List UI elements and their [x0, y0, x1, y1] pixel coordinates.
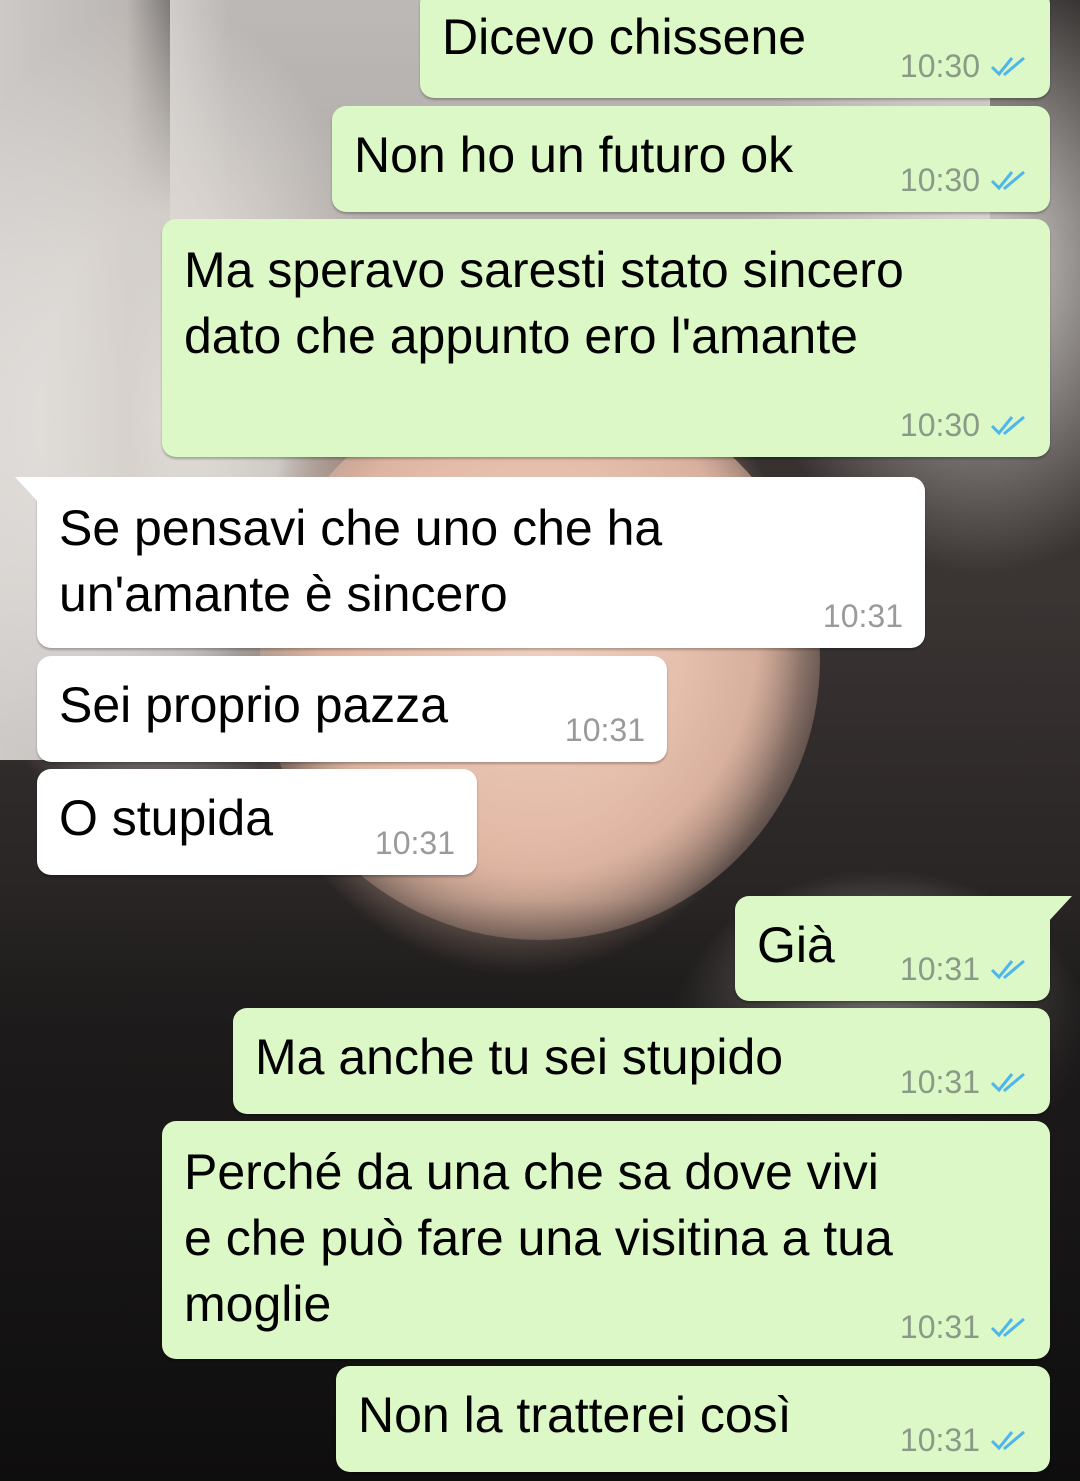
message-meta: 10:30	[900, 48, 1028, 84]
message-meta: 10:31	[375, 825, 455, 861]
message-meta: 10:31	[900, 1309, 1028, 1345]
incoming-message[interactable]: O stupida 10:31	[37, 769, 477, 875]
outgoing-message[interactable]: Già 10:31	[735, 896, 1072, 1001]
message-time: 10:31	[899, 1422, 980, 1458]
double-check-icon	[990, 1072, 1025, 1093]
bubble-tail	[1048, 896, 1072, 922]
message-meta: 10:31	[900, 951, 1028, 987]
message-text: Se pensavi che uno che ha un'amante è si…	[59, 500, 663, 622]
double-check-icon	[990, 170, 1025, 191]
double-check-icon	[990, 1317, 1025, 1338]
outgoing-message[interactable]: Ma speravo saresti stato sincero dato ch…	[162, 219, 1050, 457]
message-meta: 10:31	[823, 598, 903, 634]
message-meta: 10:31	[900, 1422, 1028, 1458]
outgoing-message[interactable]: Non ho un futuro ok 10:30	[332, 106, 1050, 212]
outgoing-message[interactable]: Dicevo chissene 10:30	[420, 0, 1050, 98]
message-time: 10:31	[899, 1064, 980, 1100]
message-text: Perché da una che sa dove vivi e che può…	[184, 1144, 893, 1332]
message-text: Sei proprio pazza	[59, 677, 449, 733]
message-time: 10:30	[899, 407, 980, 443]
outgoing-message[interactable]: Perché da una che sa dove vivi e che può…	[162, 1121, 1050, 1359]
outgoing-message[interactable]: Non la tratterei così 10:31	[336, 1366, 1050, 1472]
double-check-icon	[990, 1430, 1025, 1451]
message-meta: 10:30	[900, 407, 1028, 443]
bubble-tail	[15, 477, 39, 503]
message-list[interactable]: Dicevo chissene 10:30 Non ho un futuro o…	[0, 0, 1080, 1481]
double-check-icon	[990, 56, 1025, 77]
message-meta: 10:31	[565, 712, 645, 748]
message-time: 10:31	[822, 598, 903, 634]
message-meta: 10:31	[900, 1064, 1028, 1100]
incoming-message[interactable]: Sei proprio pazza 10:31	[37, 656, 667, 762]
message-time: 10:31	[899, 1309, 980, 1345]
message-text: Ma speravo saresti stato sincero dato ch…	[184, 242, 904, 364]
message-meta: 10:30	[900, 162, 1028, 198]
message-time: 10:31	[899, 951, 980, 987]
message-time: 10:30	[899, 162, 980, 198]
message-time: 10:31	[564, 712, 645, 748]
outgoing-message[interactable]: Ma anche tu sei stupido 10:31	[233, 1008, 1050, 1114]
double-check-icon	[990, 415, 1025, 436]
double-check-icon	[990, 959, 1025, 980]
incoming-message[interactable]: Se pensavi che uno che ha un'amante è si…	[15, 477, 925, 648]
message-time: 10:30	[899, 48, 980, 84]
message-time: 10:31	[374, 825, 455, 861]
